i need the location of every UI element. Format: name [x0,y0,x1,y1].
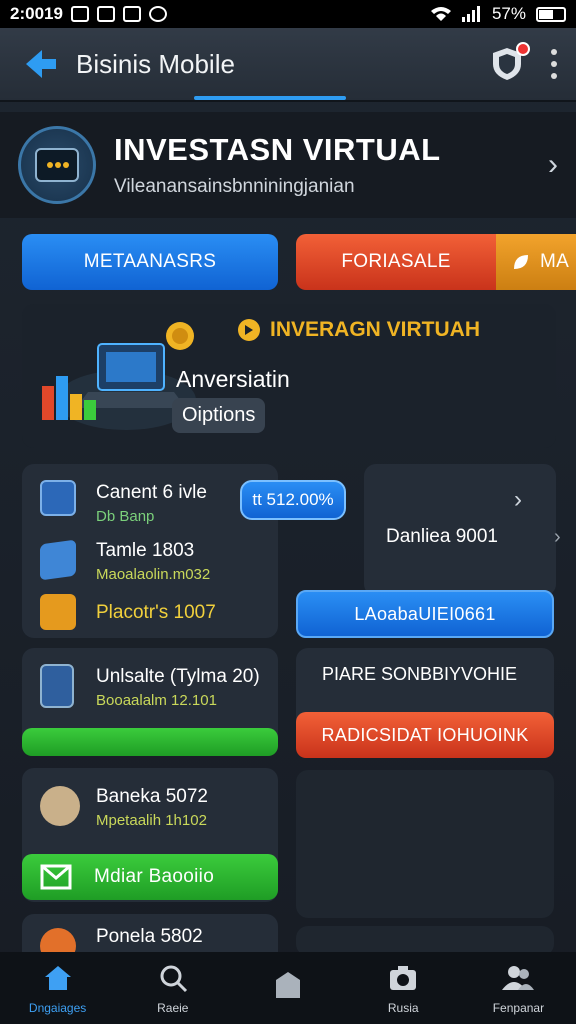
arrow-left-icon [26,50,56,78]
wallet-logo-icon [18,126,96,204]
sale-button[interactable]: FORIASALE [296,234,496,290]
status-right: 57% [430,4,566,24]
notification-icon [96,6,115,22]
nav-item-camera[interactable]: Rusia [346,952,461,1024]
app-title: Bisinis Mobile [76,48,235,79]
notification-icon [70,6,89,22]
empty-card [296,770,554,918]
info-label: PIARE SONBBIYVOHIE [322,664,518,684]
chevron-right-icon: › [548,148,558,181]
chevron-right-icon: › [514,486,522,513]
back-button[interactable] [18,42,62,86]
chevron-right-icon: › [554,526,561,548]
info-action-button[interactable]: RADICSIDAT IOHUOINK [296,712,554,758]
list-item-subtitle: Booaalalm 12.101 [96,692,217,709]
list-item-title: Unlsalte (Tylma 20) [96,666,260,687]
savings-action-label: Mdiar Baooiio [94,866,215,887]
notification-icon [122,6,141,22]
camera-icon [386,961,420,995]
notification-badge [516,42,530,56]
security-button[interactable] [490,42,530,82]
nav-label: Rusia [387,1001,419,1015]
hero-banner[interactable]: INVESTASN VIRTUAL Vileanansainsbnniningj… [0,112,576,218]
status-bar: 2:0019 57% [0,0,576,28]
list-item-title: Baneka 5072 [96,786,208,807]
leaf-icon [514,255,528,269]
active-tab-indicator [194,96,346,100]
home-icon [41,961,75,995]
users-icon [501,961,535,995]
list-item-title: Tamle 1803 [96,540,195,561]
nav-item-profile[interactable]: Fenpanar [461,952,576,1024]
status-time: 2:0019 [10,4,63,23]
signal-icon [461,6,480,22]
wallet-icon [271,968,305,1002]
hero-title: INVESTASN VIRTUAL [114,132,441,167]
balance-action-button[interactable]: LAoabaUIEI0661 [296,590,554,638]
notification-icon [148,6,167,22]
search-icon [156,961,190,995]
nav-item-search[interactable]: Raeie [115,952,230,1024]
trophy-icon [40,664,74,708]
nav-item-home[interactable]: Dngaiages [0,952,115,1024]
play-icon [238,319,260,341]
options-chip[interactable]: Oiptions [172,398,266,433]
box-icon [40,539,76,581]
nav-label: Dngaiages [28,1001,87,1015]
pet-icon [40,786,80,826]
promo-text: Anversiatin [176,366,290,392]
battery-icon [536,6,566,22]
market-button-label: MA [540,251,570,272]
battery-percent: 57% [491,4,526,23]
bottom-navigation: Dngaiages Raeie Rusia Fenpanar [0,952,576,1024]
app-bar-actions [490,42,558,82]
more-options-button[interactable] [550,49,558,79]
nav-label: Fenpanar [492,1001,545,1015]
promo-title-text: INVERAGN VIRTUAH [270,318,481,341]
app-screen: 2:0019 57% Bisinis Mobile INVESTASN VIRT… [0,0,576,1024]
list-item-subtitle: Mpetaalih 1h102 [96,812,207,829]
package-icon [40,594,76,630]
wifi-icon [430,7,451,21]
list-item-subtitle: Db Banp [96,508,155,525]
list-item-title: Placotr's 1007 [96,602,216,623]
list-item-subtitle: Maoalaolin.m032 [96,566,211,583]
nav-label: Raeie [157,1001,189,1015]
list-item-title: Ponela 5802 [96,926,203,947]
primary-action-button[interactable]: METAANASRS [22,234,278,290]
balance-label: Danliea 9001 [386,526,498,547]
list-item-title: Canent 6 ivle [96,482,207,503]
hero-subtitle: Vileanansainsbnniningjanian [114,176,355,197]
sales-progress-button[interactable] [22,728,278,756]
nav-item-wallet[interactable] [230,952,345,1024]
app-bar: Bisinis Mobile [0,28,576,102]
document-icon [40,480,76,516]
market-button[interactable]: MA [496,234,576,290]
promo-title: INVERAGN VIRTUAH [238,318,480,342]
mail-icon [40,864,72,890]
return-rate-badge[interactable]: tt 512.00% [240,480,346,520]
savings-action-button[interactable]: Mdiar Baooiio [22,854,278,900]
